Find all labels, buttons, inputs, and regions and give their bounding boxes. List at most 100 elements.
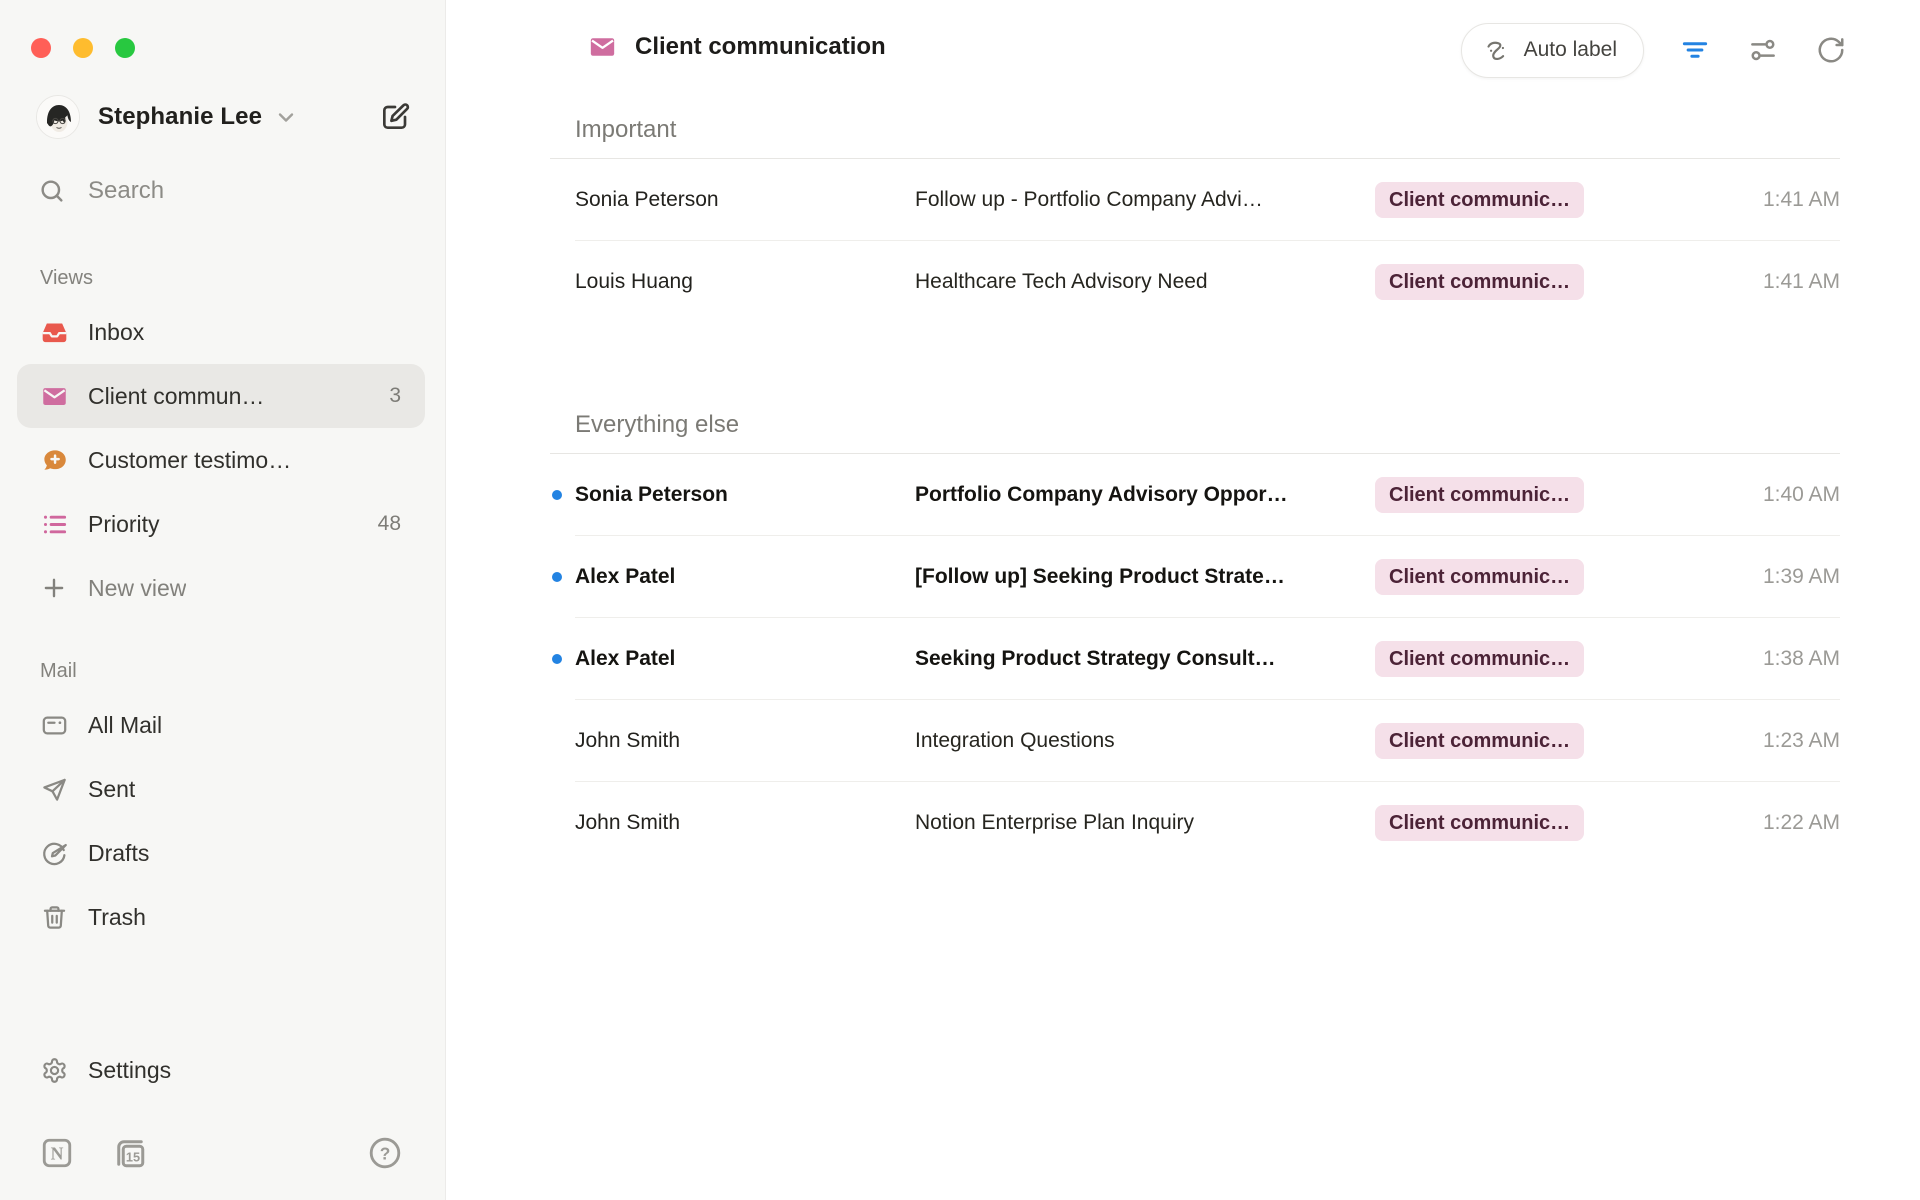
- send-icon: [40, 776, 68, 803]
- label-chip[interactable]: Client communic…: [1375, 182, 1584, 218]
- mail-section-label: Mail: [40, 660, 445, 683]
- email-subject: Notion Enterprise Plan Inquiry: [915, 811, 1375, 835]
- sidebar-item-label: Settings: [88, 1057, 171, 1084]
- email-sender: John Smith: [575, 811, 915, 835]
- search-icon: [38, 177, 66, 205]
- notion-app-icon[interactable]: N: [40, 1136, 74, 1170]
- display-settings-icon[interactable]: [1746, 33, 1780, 67]
- sidebar-footer: Settings N 15: [0, 1038, 445, 1200]
- refresh-icon[interactable]: [1814, 33, 1848, 67]
- unread-dot: [552, 654, 562, 664]
- email-subject: Integration Questions: [915, 729, 1375, 753]
- new-view-button[interactable]: New view: [17, 556, 425, 620]
- avatar: [36, 95, 80, 139]
- envelope-icon: [40, 383, 68, 410]
- sidebar-item-label: Trash: [88, 904, 146, 931]
- email-row[interactable]: Alex Patel [Follow up] Seeking Product S…: [550, 536, 1840, 618]
- label-chip[interactable]: Client communic…: [1375, 264, 1584, 300]
- chat-plus-icon: [40, 447, 68, 474]
- email-sender: Sonia Peterson: [575, 188, 915, 212]
- help-icon[interactable]: ?: [367, 1135, 403, 1171]
- account-switcher[interactable]: Stephanie Lee: [36, 89, 411, 145]
- sidebar-item-label: New view: [88, 575, 186, 602]
- chevron-down-icon: [274, 105, 298, 129]
- label-chip[interactable]: Client communic…: [1375, 559, 1584, 595]
- unread-count-badge: 3: [389, 384, 401, 408]
- email-time: 1:38 AM: [1670, 647, 1840, 671]
- count-badge: 48: [378, 512, 401, 536]
- sidebar-item-label: Drafts: [88, 840, 149, 867]
- filter-icon[interactable]: [1678, 33, 1712, 67]
- mail-app-window: Stephanie Lee Search Views: [0, 0, 1920, 1200]
- email-time: 1:23 AM: [1670, 729, 1840, 753]
- section-title: Everything else: [550, 409, 1840, 441]
- section-title: Important: [550, 114, 1840, 146]
- sidebar-item-inbox[interactable]: Inbox: [17, 300, 425, 364]
- help-glyph: ?: [380, 1143, 391, 1163]
- sidebar-item-label: Customer testimo…: [88, 447, 291, 474]
- sidebar-item-label: Priority: [88, 511, 160, 538]
- page-title: Client communication: [635, 33, 886, 61]
- envelope-icon: [587, 33, 618, 61]
- sidebar-item-trash[interactable]: Trash: [17, 885, 425, 949]
- plus-icon: [40, 575, 68, 601]
- sidebar-item-sent[interactable]: Sent: [17, 757, 425, 821]
- email-time: 1:40 AM: [1670, 483, 1840, 507]
- settings-button[interactable]: Settings: [17, 1038, 425, 1102]
- sidebar-item-priority[interactable]: Priority 48: [17, 492, 425, 556]
- auto-label-icon: [1484, 37, 1511, 64]
- sidebar-item-drafts[interactable]: Drafts: [17, 821, 425, 885]
- drafts-icon: [40, 840, 68, 867]
- email-time: 1:41 AM: [1670, 188, 1840, 212]
- sidebar-item-all-mail[interactable]: All Mail: [17, 693, 425, 757]
- email-time: 1:39 AM: [1670, 565, 1840, 589]
- window-minimize-button[interactable]: [73, 38, 93, 58]
- email-row[interactable]: Sonia Peterson Follow up - Portfolio Com…: [550, 159, 1840, 241]
- notion-letter: N: [51, 1144, 64, 1164]
- label-chip[interactable]: Client communic…: [1375, 641, 1584, 677]
- calendar-app-icon[interactable]: 15: [112, 1135, 148, 1171]
- sidebar: Stephanie Lee Search Views: [0, 0, 446, 1200]
- label-chip[interactable]: Client communic…: [1375, 477, 1584, 513]
- user-name: Stephanie Lee: [98, 103, 262, 131]
- email-sender: John Smith: [575, 729, 915, 753]
- gear-icon: [40, 1057, 68, 1084]
- email-sender: Alex Patel: [575, 647, 915, 671]
- window-zoom-button[interactable]: [115, 38, 135, 58]
- sidebar-item-client-communication[interactable]: Client commun… 3: [17, 364, 425, 428]
- auto-label-button[interactable]: Auto label: [1461, 23, 1644, 78]
- label-chip[interactable]: Client communic…: [1375, 723, 1584, 759]
- sidebar-item-label: All Mail: [88, 712, 162, 739]
- sidebar-item-label: Inbox: [88, 319, 144, 346]
- priority-list-icon: [40, 511, 68, 538]
- email-row[interactable]: Alex Patel Seeking Product Strategy Cons…: [550, 618, 1840, 700]
- email-row[interactable]: John Smith Notion Enterprise Plan Inquir…: [550, 782, 1840, 864]
- email-row[interactable]: Louis Huang Healthcare Tech Advisory Nee…: [550, 241, 1840, 323]
- email-list: Important Sonia Peterson Follow up - Por…: [550, 100, 1840, 864]
- unread-dot: [552, 572, 562, 582]
- window-controls: [31, 38, 135, 58]
- section-important: Important Sonia Peterson Follow up - Por…: [550, 114, 1840, 323]
- search-button[interactable]: Search: [38, 171, 409, 211]
- email-subject: Seeking Product Strategy Consult…: [915, 647, 1375, 671]
- email-subject: Follow up - Portfolio Company Advi…: [915, 188, 1375, 212]
- email-row[interactable]: Sonia Peterson Portfolio Company Advisor…: [550, 454, 1840, 536]
- window-close-button[interactable]: [31, 38, 51, 58]
- inbox-icon: [40, 319, 68, 346]
- search-label: Search: [88, 177, 164, 205]
- email-time: 1:22 AM: [1670, 811, 1840, 835]
- email-sender: Sonia Peterson: [575, 483, 915, 507]
- sidebar-item-customer-testimonials[interactable]: Customer testimo…: [17, 428, 425, 492]
- email-subject: Healthcare Tech Advisory Need: [915, 270, 1375, 294]
- email-sender: Alex Patel: [575, 565, 915, 589]
- calendar-day: 15: [126, 1150, 140, 1165]
- email-subject: [Follow up] Seeking Product Strate…: [915, 565, 1375, 589]
- label-chip[interactable]: Client communic…: [1375, 805, 1584, 841]
- main-content: Client communication Auto label: [446, 0, 1920, 1200]
- email-sender: Louis Huang: [575, 270, 915, 294]
- email-subject: Portfolio Company Advisory Oppor…: [915, 483, 1375, 507]
- compose-icon[interactable]: [379, 101, 411, 133]
- auto-label-text: Auto label: [1524, 38, 1617, 62]
- email-row[interactable]: John Smith Integration Questions Client …: [550, 700, 1840, 782]
- sidebar-item-label: Client commun…: [88, 383, 264, 410]
